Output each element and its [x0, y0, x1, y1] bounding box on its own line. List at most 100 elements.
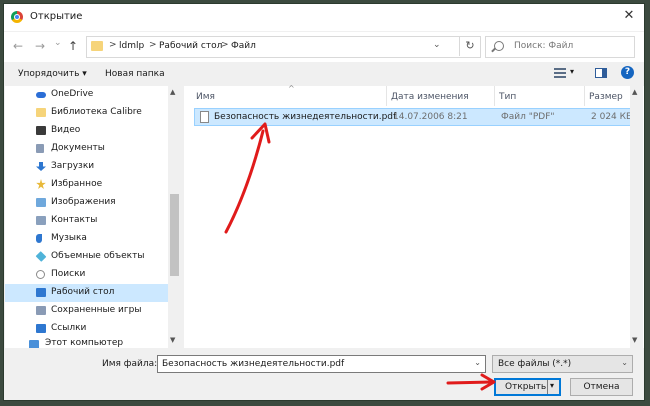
- documents-icon: [36, 144, 44, 153]
- view-options-icon[interactable]: [554, 68, 566, 78]
- column-header-size[interactable]: Размер: [589, 92, 623, 102]
- sidebar-item-searches[interactable]: Поиски: [5, 266, 168, 284]
- sidebar-item-music[interactable]: Музыка: [5, 230, 168, 248]
- scrollbar-thumb[interactable]: [170, 194, 179, 276]
- dialog-footer: Имя файла: Безопасность жизнедеятельност…: [4, 349, 644, 401]
- search-placeholder: Поиск: Файл: [514, 41, 574, 51]
- open-button[interactable]: Открыть ▾: [494, 378, 561, 396]
- view-dropdown-icon[interactable]: ▾: [570, 67, 574, 76]
- sidebar-item-3d-objects[interactable]: Объемные объекты: [5, 248, 168, 266]
- scroll-up-icon[interactable]: ▲: [632, 88, 637, 96]
- sidebar-item-onedrive[interactable]: OneDrive: [5, 86, 168, 104]
- navigation-bar: ← → ⌄ ↑ > ldmlp > Рабочий стол > Файл ⌄ …: [4, 32, 644, 62]
- sidebar-item-label: Поиски: [51, 269, 86, 279]
- filename-input[interactable]: Безопасность жизнедеятельности.pdf ⌄: [157, 355, 486, 373]
- split-divider: [547, 380, 548, 394]
- sidebar-item-label: Сохраненные игры: [51, 305, 142, 315]
- file-type-select[interactable]: Все файлы (*.*) ⌄: [492, 355, 633, 373]
- sidebar-item-label: Объемные объекты: [51, 251, 145, 261]
- address-bar[interactable]: > ldmlp > Рабочий стол > Файл ⌄ ↻: [86, 36, 481, 58]
- preview-pane-icon[interactable]: [595, 68, 607, 78]
- open-button-label: Открыть: [505, 382, 547, 392]
- column-divider[interactable]: [386, 86, 387, 106]
- refresh-button[interactable]: ↻: [459, 36, 480, 56]
- open-options-icon[interactable]: ▾: [550, 381, 554, 390]
- sidebar-item-calibre[interactable]: Библиотека Calibre: [5, 104, 168, 122]
- music-icon: [36, 234, 42, 243]
- column-divider[interactable]: [584, 86, 585, 106]
- sidebar-item-label: Видео: [51, 125, 81, 135]
- sidebar-item-pictures[interactable]: Изображения: [5, 194, 168, 212]
- file-type-value: Все файлы (*.*): [498, 359, 572, 369]
- filename-label: Имя файла:: [102, 359, 158, 369]
- chevron-down-icon[interactable]: ⌄: [621, 358, 628, 367]
- organize-button[interactable]: Упорядочить ▾: [18, 69, 87, 79]
- chevron-down-icon[interactable]: ⌄: [474, 358, 481, 367]
- sidebar-item-label: Библиотека Calibre: [51, 107, 142, 117]
- sidebar-item-video[interactable]: Видео: [5, 122, 168, 140]
- sort-ascending-icon: ^: [288, 84, 295, 93]
- sidebar-item-favorites[interactable]: Избранное: [5, 176, 168, 194]
- cancel-button[interactable]: Отмена: [570, 378, 633, 396]
- pdf-file-icon: [200, 111, 209, 123]
- close-button[interactable]: ✕: [620, 7, 638, 25]
- onedrive-icon: [36, 92, 46, 98]
- sidebar-item-saved-games[interactable]: Сохраненные игры: [5, 302, 168, 320]
- new-folder-button[interactable]: Новая папка: [105, 69, 165, 79]
- breadcrumb-file[interactable]: Файл: [231, 41, 256, 51]
- search-icon: [494, 41, 504, 51]
- computer-icon: [29, 340, 39, 348]
- sidebar-item-downloads[interactable]: Загрузки: [5, 158, 168, 176]
- column-header-date[interactable]: Дата изменения: [391, 92, 469, 102]
- column-divider[interactable]: [494, 86, 495, 106]
- breadcrumb-desktop[interactable]: Рабочий стол: [159, 41, 222, 51]
- breadcrumb-separator: >: [149, 40, 157, 50]
- breadcrumb-separator: >: [221, 40, 229, 50]
- scroll-down-icon[interactable]: ▼: [632, 336, 637, 344]
- command-bar: Упорядочить ▾ Новая папка ▾ ?: [4, 62, 644, 86]
- filename-value: Безопасность жизнедеятельности.pdf: [162, 359, 345, 369]
- breadcrumb-ldmlp[interactable]: ldmlp: [119, 41, 144, 51]
- file-name: Безопасность жизнедеятельности.pdf: [214, 112, 397, 122]
- sidebar-item-label: Ссылки: [51, 323, 87, 333]
- file-date: 14.07.2006 8:21: [393, 112, 468, 122]
- sidebar-item-this-pc[interactable]: Этот компьютер: [5, 338, 168, 348]
- window-title: Открытие: [30, 11, 83, 22]
- column-header-type[interactable]: Тип: [499, 92, 516, 102]
- chrome-icon: [11, 11, 23, 23]
- help-icon[interactable]: ?: [621, 66, 634, 79]
- scroll-down-icon[interactable]: ▼: [170, 336, 175, 344]
- file-size: 2 024 КБ: [591, 112, 633, 122]
- column-header-name[interactable]: Имя: [196, 92, 215, 102]
- downloads-icon: [36, 162, 46, 171]
- recent-locations-button[interactable]: ⌄: [54, 38, 62, 48]
- search-input[interactable]: Поиск: Файл: [485, 36, 635, 58]
- video-icon: [36, 126, 46, 135]
- file-type: Файл "PDF": [501, 112, 555, 122]
- sidebar-item-label: Изображения: [51, 197, 116, 207]
- star-icon: [36, 179, 46, 190]
- folder-icon: [91, 41, 103, 51]
- address-dropdown-icon[interactable]: ⌄: [433, 40, 441, 50]
- file-row[interactable]: Безопасность жизнедеятельности.pdf 14.07…: [194, 108, 642, 126]
- back-button[interactable]: ←: [13, 39, 23, 53]
- sidebar-item-links[interactable]: Ссылки: [5, 320, 168, 338]
- contacts-icon: [36, 216, 46, 225]
- sidebar-item-desktop[interactable]: Рабочий стол: [5, 284, 168, 302]
- open-file-dialog: Открытие ✕ ← → ⌄ ↑ > ldmlp > Рабочий сто…: [3, 3, 645, 401]
- sidebar-item-label: Контакты: [51, 215, 98, 225]
- saved-games-icon: [36, 306, 46, 315]
- up-button[interactable]: ↑: [68, 39, 78, 53]
- sidebar-item-label: Избранное: [51, 179, 103, 189]
- forward-button[interactable]: →: [35, 39, 45, 53]
- sidebar-item-label: OneDrive: [51, 89, 94, 99]
- sidebar-item-label: Загрузки: [51, 161, 95, 171]
- desktop-icon: [36, 288, 46, 297]
- title-bar: Открытие ✕: [4, 4, 644, 31]
- links-icon: [36, 324, 46, 333]
- file-list-scrollbar[interactable]: ▲ ▼: [630, 86, 643, 348]
- sidebar-item-contacts[interactable]: Контакты: [5, 212, 168, 230]
- scroll-up-icon[interactable]: ▲: [170, 88, 175, 96]
- sidebar-item-documents[interactable]: Документы: [5, 140, 168, 158]
- sidebar-scrollbar[interactable]: ▲ ▼: [168, 86, 181, 348]
